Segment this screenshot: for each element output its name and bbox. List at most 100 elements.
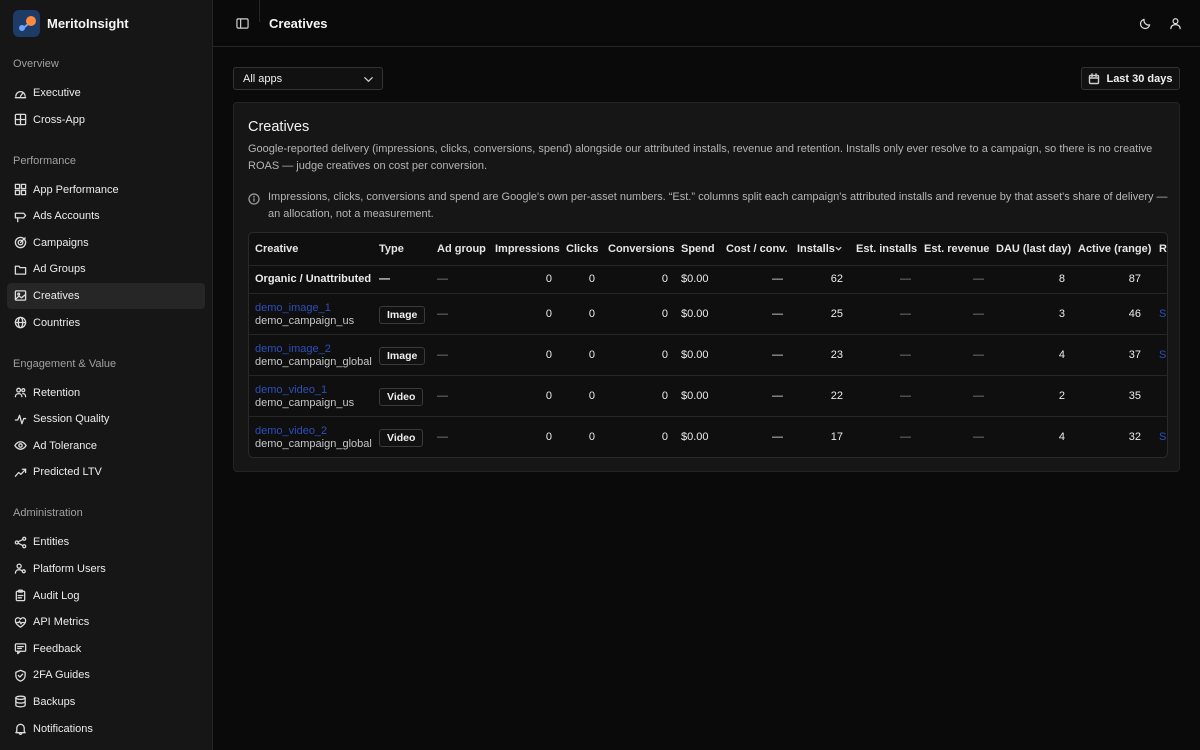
sidebar-item-predicted-ltv[interactable]: Predicted LTV — [7, 459, 205, 485]
sidebar-item-creatives[interactable]: Creatives — [7, 282, 205, 309]
cost-conv-cell: — — [772, 273, 783, 285]
sidebar-item-ads-accounts[interactable]: Ads Accounts — [7, 203, 205, 229]
active-cell: 35 — [1128, 390, 1141, 402]
info-icon — [248, 193, 260, 205]
sort-chevron-icon[interactable] — [834, 244, 843, 256]
app-select[interactable]: All apps — [233, 67, 383, 90]
est-revenue-cell: — — [973, 273, 984, 285]
table-row[interactable]: demo_image_2 demo_campaign_global Image — 0 0… — [249, 335, 1167, 376]
sidebar-item-feedback[interactable]: Feedback — [7, 636, 205, 662]
dau-cell: 4 — [1058, 431, 1065, 443]
clicks-cell: 0 — [588, 431, 595, 443]
sidebar-nav: Overview Executive Cross-App Performance App… — [7, 57, 205, 742]
column-header[interactable]: DAU (last day) — [996, 243, 1071, 255]
creative-link[interactable]: demo_video_2 — [255, 425, 327, 437]
nav-section: Performance App Performance Ads Accounts Ca… — [7, 154, 205, 336]
est-installs-cell: — — [900, 308, 911, 320]
brand[interactable]: MeritoInsight — [13, 10, 205, 37]
installs-cell: 22 — [830, 390, 843, 402]
dau-cell: 4 — [1058, 349, 1065, 361]
sidebar-item-label: Executive — [33, 87, 81, 99]
clicks-cell: 0 — [588, 273, 595, 285]
column-header[interactable]: Clicks — [566, 243, 598, 255]
column-header[interactable]: Ad group — [437, 243, 486, 255]
sidebar-item-label: Ad Groups — [33, 263, 86, 276]
cost-conv-cell: — — [772, 349, 783, 361]
sidebar-item-label: Campaigns — [33, 236, 89, 249]
sidebar-item-session-quality[interactable]: Session Quality — [7, 406, 205, 432]
type-cell: Video — [379, 388, 424, 406]
creative-link[interactable]: demo_image_1 — [255, 302, 331, 314]
table-row[interactable]: Organic / Unattributed — — 0 0 0 $0.00 — 62 — — 8 87 — [249, 266, 1167, 294]
user-menu-button[interactable] — [1164, 12, 1186, 34]
users-icon — [13, 386, 27, 400]
top-bar: Creatives — [213, 0, 1200, 47]
column-header[interactable]: Type — [379, 243, 404, 255]
activity-icon — [13, 412, 27, 426]
sidebar-item-label: Countries — [33, 316, 81, 329]
sidebar-item-label: Creatives — [33, 289, 80, 302]
sidebar-item-2fa-guides[interactable]: 2FA Guides — [7, 662, 205, 688]
creatives-card: Creatives Google-reported delivery (impr… — [233, 102, 1180, 472]
installs-cell: 17 — [830, 431, 843, 443]
table-row[interactable]: demo_image_1 demo_campaign_us Image — 0 0 0 $0.… — [249, 294, 1167, 335]
sidebar-item-ad-groups[interactable]: Ad Groups — [7, 256, 205, 282]
sidebar-item-campaigns[interactable]: Campaigns — [7, 230, 205, 256]
spend-cell: $0.00 — [681, 431, 709, 443]
app-select-value: All apps — [243, 72, 283, 85]
column-header[interactable]: Impressions — [495, 243, 560, 255]
column-header[interactable]: R — [1159, 243, 1167, 255]
user-cog-icon — [13, 562, 27, 576]
sidebar-item-label: Ad Tolerance — [33, 439, 98, 452]
main-content: Creatives All apps Last 30 days Creative… — [213, 0, 1200, 750]
sidebar-item-notifications[interactable]: Notifications — [7, 716, 205, 742]
table-row[interactable]: demo_video_1 demo_campaign_us Video — 0 0 0 $0.… — [249, 376, 1167, 417]
nav-section: Administration Entities Platform Users Audi… — [7, 506, 205, 741]
column-header[interactable]: Conversions — [608, 243, 675, 255]
nav-section-title: Performance — [13, 154, 76, 167]
info-note: Impressions, clicks, conversions and spe… — [248, 189, 1168, 223]
message-icon — [13, 642, 27, 656]
sidebar-item-retention[interactable]: Retention — [7, 380, 205, 406]
app-name: MeritoInsight — [47, 16, 129, 31]
column-header[interactable]: Creative — [255, 243, 298, 255]
sidebar-item-entities[interactable]: Entities — [7, 529, 205, 555]
column-header[interactable]: Spend — [681, 243, 715, 255]
conversions-cell: 0 — [661, 349, 668, 361]
sidebar-item-cross-app[interactable]: Cross-App — [7, 107, 205, 133]
active-cell: 37 — [1128, 349, 1141, 361]
sidebar-item-api-metrics[interactable]: API Metrics — [7, 609, 205, 635]
type-cell: Image — [379, 306, 426, 324]
sidebar-item-platform-users[interactable]: Platform Users — [7, 556, 205, 582]
campaign-name: demo_campaign_us — [255, 315, 355, 327]
sidebar-toggle-button[interactable] — [229, 10, 255, 36]
sidebar-item-audit-log[interactable]: Audit Log — [7, 583, 205, 609]
impressions-cell: 0 — [545, 349, 552, 361]
ad-group-cell: — — [437, 273, 448, 285]
creative-link[interactable]: demo_image_2 — [255, 343, 331, 355]
column-header[interactable]: Installs — [797, 243, 835, 255]
sidebar-item-ad-tolerance[interactable]: Ad Tolerance — [7, 433, 205, 459]
theme-toggle-button[interactable] — [1134, 12, 1156, 34]
type-cell: Image — [379, 347, 426, 365]
column-header[interactable]: Est. installs — [856, 243, 917, 255]
sidebar-item-executive[interactable]: Executive — [7, 80, 205, 106]
table-row[interactable]: demo_video_2 demo_campaign_global Video — 0 0… — [249, 417, 1167, 457]
nav-section-title: Engagement & Value — [13, 357, 117, 370]
sidebar-item-backups[interactable]: Backups — [7, 689, 205, 715]
creative-link[interactable]: demo_video_1 — [255, 384, 327, 396]
active-cell: 32 — [1128, 431, 1141, 443]
date-range-button[interactable]: Last 30 days — [1081, 67, 1180, 90]
clicks-cell: 0 — [588, 390, 595, 402]
sidebar: MeritoInsight Overview Executive Cross-App… — [0, 0, 213, 750]
installs-cell: 25 — [830, 308, 843, 320]
column-header[interactable]: Active (range) — [1078, 243, 1151, 255]
ad-group-cell: — — [437, 390, 448, 402]
trending-up-icon — [13, 465, 27, 479]
impressions-cell: 0 — [545, 273, 552, 285]
sidebar-item-countries[interactable]: Countries — [7, 310, 205, 336]
column-header[interactable]: Cost / conv. — [726, 243, 788, 255]
sidebar-item-app-performance[interactable]: App Performance — [7, 177, 205, 203]
sidebar-item-label: Predicted LTV — [33, 466, 102, 479]
column-header[interactable]: Est. revenue — [924, 243, 989, 255]
